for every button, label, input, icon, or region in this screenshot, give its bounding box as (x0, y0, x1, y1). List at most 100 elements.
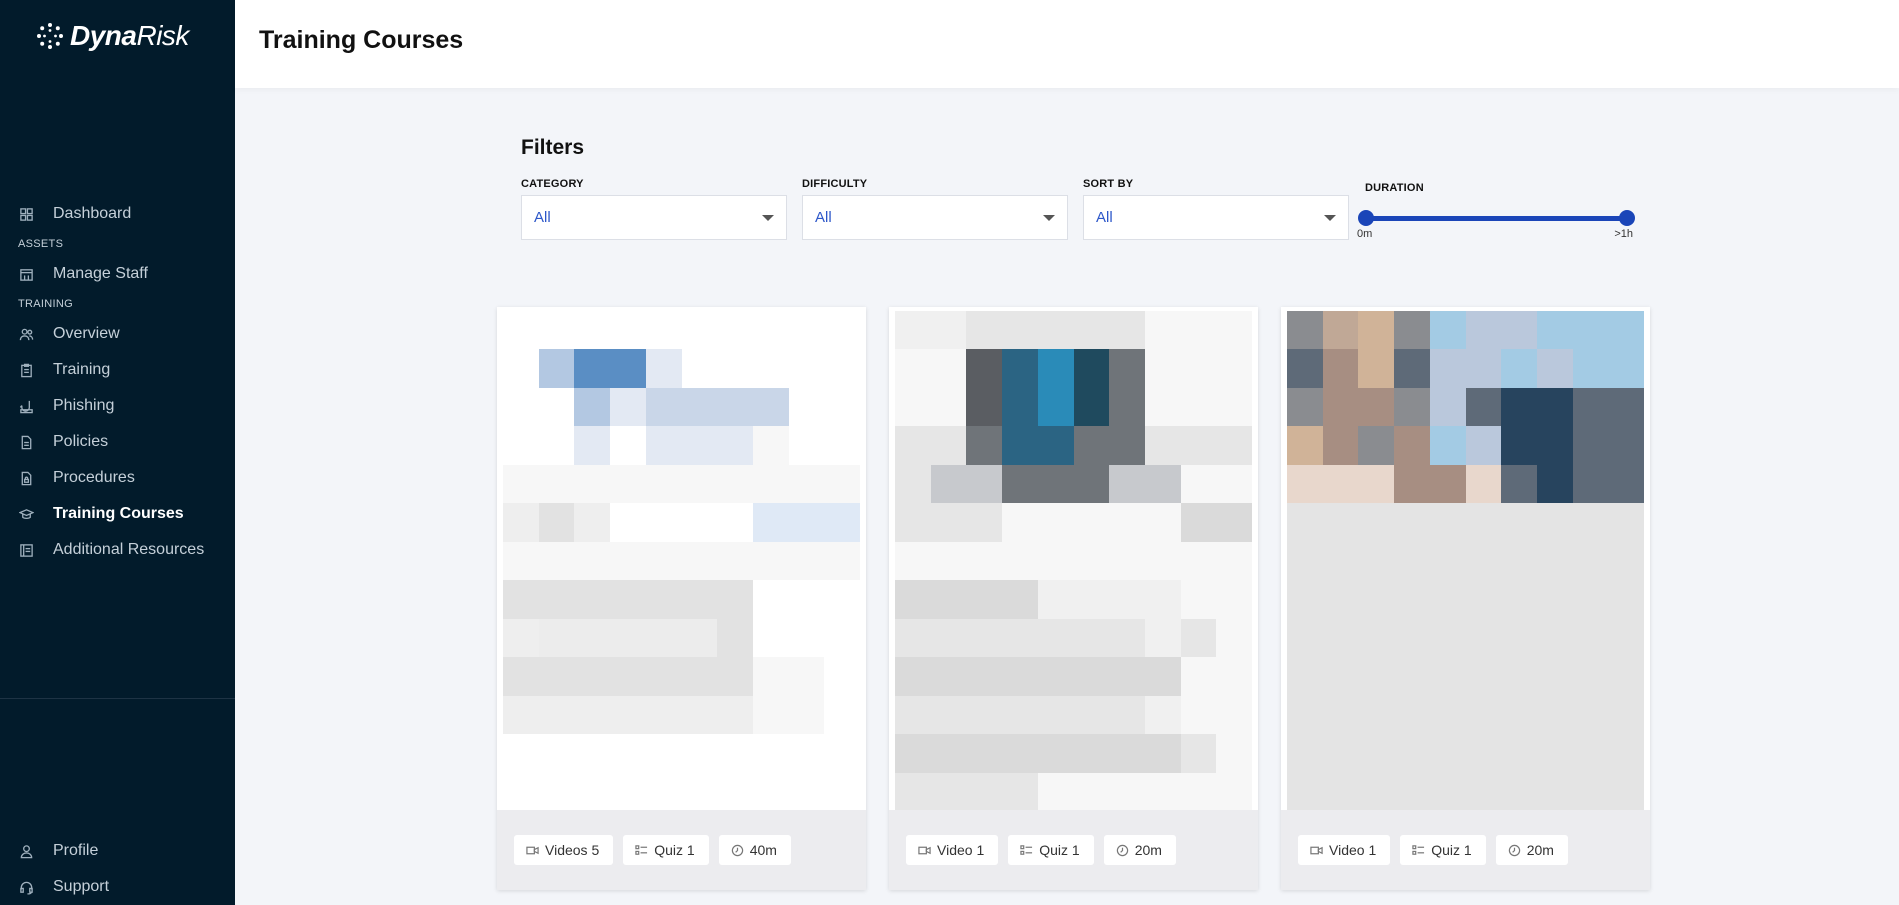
thumbnail-pixel (1109, 772, 1145, 811)
thumbnail-pixel (895, 541, 931, 581)
course-card[interactable]: Video 1 Quiz 1 20m (889, 307, 1258, 890)
course-card[interactable]: Videos 5 Quiz 1 40m (497, 307, 866, 890)
logo-text: DynaRisk (70, 20, 189, 51)
thumbnail-pixel (610, 580, 646, 619)
chip-label: 20m (1134, 842, 1162, 858)
thumbnail-pixel (1144, 772, 1181, 811)
thumbnail-pixel (1037, 618, 1074, 658)
sidebar-section-assets: ASSETS (18, 238, 64, 250)
sidebar-item-procedures[interactable]: Procedures (0, 460, 235, 496)
thumbnail-pixel (538, 311, 575, 350)
thumbnail-pixel (681, 734, 718, 773)
thumbnail-pixel (1429, 695, 1466, 735)
thumbnail-pixel (1180, 426, 1217, 465)
thumbnail-pixel (1572, 580, 1609, 619)
thumbnail-pixel (717, 464, 753, 504)
category-select[interactable]: All (521, 195, 787, 240)
quiz-chip: Quiz 1 (623, 835, 709, 865)
book-icon (18, 542, 34, 558)
thumbnail-pixel (1572, 695, 1609, 735)
sidebar-item-training[interactable]: Training (0, 352, 235, 388)
sidebar-item-phishing[interactable]: Phishing (0, 388, 235, 424)
thumbnail-pixel (1002, 503, 1038, 542)
thumbnail-pixel (1394, 734, 1430, 773)
logo[interactable]: DynaRisk (36, 20, 189, 52)
category-filter: CATEGORY All (521, 178, 787, 240)
dashboard-icon (18, 206, 34, 222)
sidebar-item-manage-staff[interactable]: Manage Staff (0, 256, 235, 292)
thumbnail-pixel (681, 311, 718, 350)
hook-icon (18, 398, 34, 414)
sidebar-item-dashboard[interactable]: Dashboard (0, 196, 235, 232)
thumbnail-pixel (574, 387, 611, 427)
sidebar-item-policies[interactable]: Policies (0, 424, 235, 460)
filters-title: Filters (521, 136, 585, 159)
sidebar-item-label: Additional Resources (53, 541, 205, 558)
thumbnail-pixel (1572, 657, 1609, 696)
sidebar-item-training-courses[interactable]: Training Courses (0, 496, 235, 532)
thumbnail-pixel (1501, 734, 1537, 773)
thumbnail-pixel (503, 695, 539, 735)
thumbnail-pixel (1144, 464, 1181, 504)
thumbnail-pixel (788, 349, 825, 388)
thumbnail-pixel (1394, 772, 1430, 811)
thumbnail-pixel (1394, 426, 1430, 465)
thumbnail-pixel (1037, 541, 1074, 581)
quiz-icon (1020, 844, 1033, 855)
difficulty-select[interactable]: All (802, 195, 1068, 240)
thumbnail-pixel (895, 772, 931, 811)
thumbnail-pixel (966, 464, 1003, 504)
thumbnail-pixel (895, 657, 931, 696)
sidebar-item-additional-resources[interactable]: Additional Resources (0, 532, 235, 568)
thumbnail-pixel (1358, 695, 1395, 735)
thumbnail-pixel (1073, 541, 1110, 581)
thumbnail-pixel (503, 311, 539, 350)
sidebar-item-profile[interactable]: Profile (0, 833, 235, 869)
duration-slider-max-handle[interactable] (1619, 210, 1635, 226)
thumbnail-pixel (1394, 503, 1430, 542)
thumbnail-pixel (1501, 618, 1537, 658)
thumbnail-pixel (503, 387, 539, 427)
thumbnail-pixel (895, 311, 931, 350)
thumbnail-pixel (1002, 311, 1038, 350)
videos-chip: Video 1 (906, 835, 999, 865)
duration-slider-track[interactable] (1365, 216, 1626, 221)
thumbnail-pixel (538, 426, 575, 465)
thumbnail-pixel (930, 618, 967, 658)
thumbnail-pixel (1216, 426, 1252, 465)
thumbnail-pixel (1287, 657, 1323, 696)
thumbnail-pixel (788, 695, 825, 735)
difficulty-label: DIFFICULTY (802, 178, 868, 190)
thumbnail-pixel (503, 657, 539, 696)
thumbnail-pixel (895, 503, 931, 542)
thumbnail-pixel (1109, 349, 1145, 388)
thumbnail-pixel (681, 464, 718, 504)
duration-label: DURATION (1365, 182, 1424, 194)
thumbnail-pixel (1287, 426, 1323, 465)
thumbnail-pixel (1073, 734, 1110, 773)
course-thumbnail (895, 311, 1252, 811)
thumbnail-pixel (1608, 772, 1644, 811)
thumbnail-pixel (1358, 541, 1395, 581)
thumbnail-pixel (574, 580, 611, 619)
thumbnail-pixel (1465, 503, 1502, 542)
course-card[interactable]: Video 1 Quiz 1 20m (1281, 307, 1650, 890)
sidebar: DynaRisk Dashboard ASSETS Manage Staff T… (0, 0, 235, 905)
page-header: Training Courses (235, 0, 1899, 88)
thumbnail-pixel (824, 503, 860, 542)
thumbnail-pixel (930, 734, 967, 773)
sidebar-item-overview[interactable]: Overview (0, 316, 235, 352)
thumbnail-pixel (1287, 311, 1323, 350)
sort-by-select[interactable]: All (1083, 195, 1349, 240)
sidebar-item-support[interactable]: Support (0, 869, 235, 905)
building-icon (18, 266, 34, 282)
thumbnail-pixel (1037, 387, 1074, 427)
thumbnail-pixel (752, 734, 789, 773)
thumbnail-pixel (1216, 349, 1252, 388)
thumbnail-pixel (1501, 311, 1537, 350)
course-card-footer: Video 1 Quiz 1 20m (1281, 810, 1650, 890)
thumbnail-pixel (1287, 580, 1323, 619)
thumbnail-pixel (1144, 541, 1181, 581)
duration-slider-min-handle[interactable] (1358, 210, 1374, 226)
sidebar-item-label: Manage Staff (53, 265, 148, 282)
